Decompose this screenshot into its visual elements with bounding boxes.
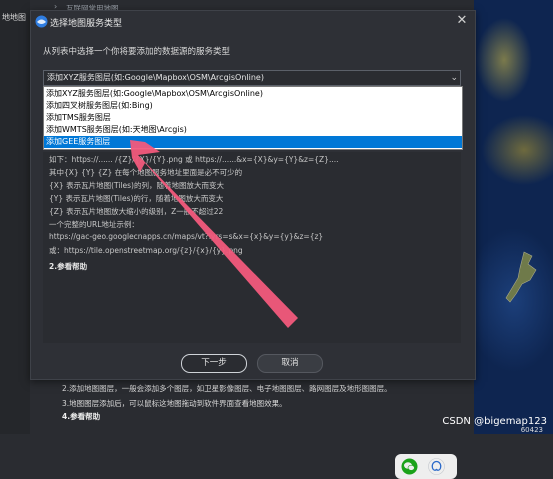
- cancel-button[interactable]: 取消: [257, 354, 323, 373]
- dialog-title: 选择地图服务类型: [50, 19, 123, 29]
- select-value: 添加XYZ服务图层(如:Google\Mapbox\OSM\ArcgisOnli…: [47, 73, 264, 82]
- qq-icon[interactable]: [428, 458, 445, 475]
- dropdown-item-tms[interactable]: 添加TMS服务图层: [44, 112, 462, 124]
- left-panel-label[interactable]: 地地图: [2, 12, 26, 23]
- watermark: CSDN @bigemap123: [442, 416, 547, 427]
- help-link[interactable]: 2.参看帮助: [49, 261, 87, 272]
- next-button[interactable]: 下一步: [181, 354, 247, 373]
- help-line: 其中{X} {Y} {Z} 在每个地图服务地址里面是必不可少的: [49, 168, 243, 177]
- help-line: https://gac-geo.googlecnapps.cn/maps/vt?…: [49, 232, 324, 241]
- map-view[interactable]: 60423: [474, 0, 553, 434]
- service-type-dropdown: 添加XYZ服务图层(如:Google\Mapbox\OSM\ArcgisOnli…: [43, 86, 463, 150]
- chevron-down-icon[interactable]: ⌄: [450, 71, 458, 85]
- contact-widget: [395, 454, 457, 479]
- wechat-icon[interactable]: [401, 458, 418, 475]
- app-logo-icon: [35, 15, 48, 28]
- service-type-select[interactable]: 添加XYZ服务图层(如:Google\Mapbox\OSM\ArcgisOnli…: [43, 70, 461, 86]
- help-line: {X} 表示瓦片地图(Tiles)的列，随着地图放大而变大: [49, 181, 224, 190]
- dialog-titlebar[interactable]: 选择地图服务类型 ✕: [31, 11, 475, 33]
- close-icon[interactable]: ✕: [455, 14, 469, 28]
- dropdown-item-xyz[interactable]: 添加XYZ服务图层(如:Google\Mapbox\OSM\ArcgisOnli…: [44, 88, 462, 100]
- help-link[interactable]: 4.参看帮助: [62, 411, 100, 422]
- left-panel: 地地图: [0, 0, 30, 434]
- dropdown-item-gee[interactable]: 添加GEE服务图层: [44, 136, 462, 148]
- help-line: {Y} 表示瓦片地图(Tiles)的行，随着地图放大而变大: [49, 194, 224, 203]
- map-land-shape: [505, 251, 537, 303]
- help-line: 一个完整的URL地址示例：: [49, 220, 139, 229]
- help-text-line: 2.添加地图图层，一般会添加多个图层，如卫星影像图层、电子地图图层、路网图层及地…: [62, 384, 392, 393]
- map-service-type-dialog: 选择地图服务类型 ✕ 从列表中选择一个你将要添加的数据源的服务类型 添加XYZ服…: [30, 10, 476, 479]
- help-line: 如下：https://...... /{Z}/{X}/{Y}.png 或 htt…: [49, 155, 339, 164]
- instruction-text: 从列表中选择一个你将要添加的数据源的服务类型: [43, 47, 231, 57]
- help-text-line: 3.地图图层添加后，可以鼠标这地图拖动到软件界面查看地图效果。: [62, 399, 287, 408]
- help-line: 或：https://tile.openstreetmap.org/{z}/{x}…: [49, 246, 243, 255]
- help-panel: 如下：https://...... /{Z}/{X}/{Y}.png 或 htt…: [43, 152, 461, 479]
- dropdown-item-quadtree[interactable]: 添加四叉树服务图层(如:Bing): [44, 100, 462, 112]
- help-line: {Z} 表示瓦片地图放大缩小的级别，Z一般不超过22: [49, 207, 224, 216]
- dropdown-item-wmts[interactable]: 添加WMTS服务图层(如:天地图\Arcgis): [44, 124, 462, 136]
- map-tag: 60423: [520, 426, 543, 434]
